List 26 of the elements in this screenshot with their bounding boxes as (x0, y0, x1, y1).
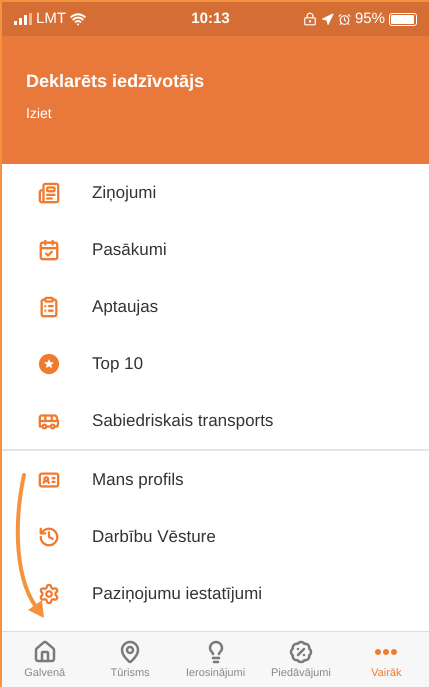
menu-item[interactable]: Mans profils (2, 451, 429, 508)
location-icon (320, 12, 334, 26)
menu-item[interactable]: Top 10 (2, 335, 429, 392)
newspaper-icon (38, 182, 60, 204)
menu-item[interactable]: Paziņojumu iestatījumi (2, 565, 429, 622)
percent-badge-icon (288, 640, 313, 664)
menu-item[interactable]: Sabiedriskais transports (2, 392, 429, 449)
home-icon (32, 640, 57, 664)
battery-icon (389, 12, 417, 26)
menu-item[interactable]: Ziņojumi (2, 164, 429, 221)
carrier-name: LMT (36, 8, 66, 29)
settings-icon (38, 582, 60, 604)
history-icon (38, 526, 60, 548)
menu-item[interactable]: Darbību Vēsture (2, 508, 429, 565)
menu-item[interactable]: Aptaujas (2, 278, 429, 335)
menu-item[interactable]: Pasākumi (2, 221, 429, 278)
user-title: Deklarēts iedzīvotājs (26, 70, 206, 93)
clipboard-icon (38, 296, 60, 318)
signal-icon (14, 13, 32, 25)
clock-time: 10:13 (191, 8, 230, 29)
calendar-icon (38, 238, 60, 260)
more-icon (375, 649, 398, 655)
wifi-icon (70, 11, 86, 27)
alarm-icon (338, 12, 351, 26)
battery-percent: 95% (354, 8, 385, 29)
rotation-lock-icon (302, 12, 317, 26)
